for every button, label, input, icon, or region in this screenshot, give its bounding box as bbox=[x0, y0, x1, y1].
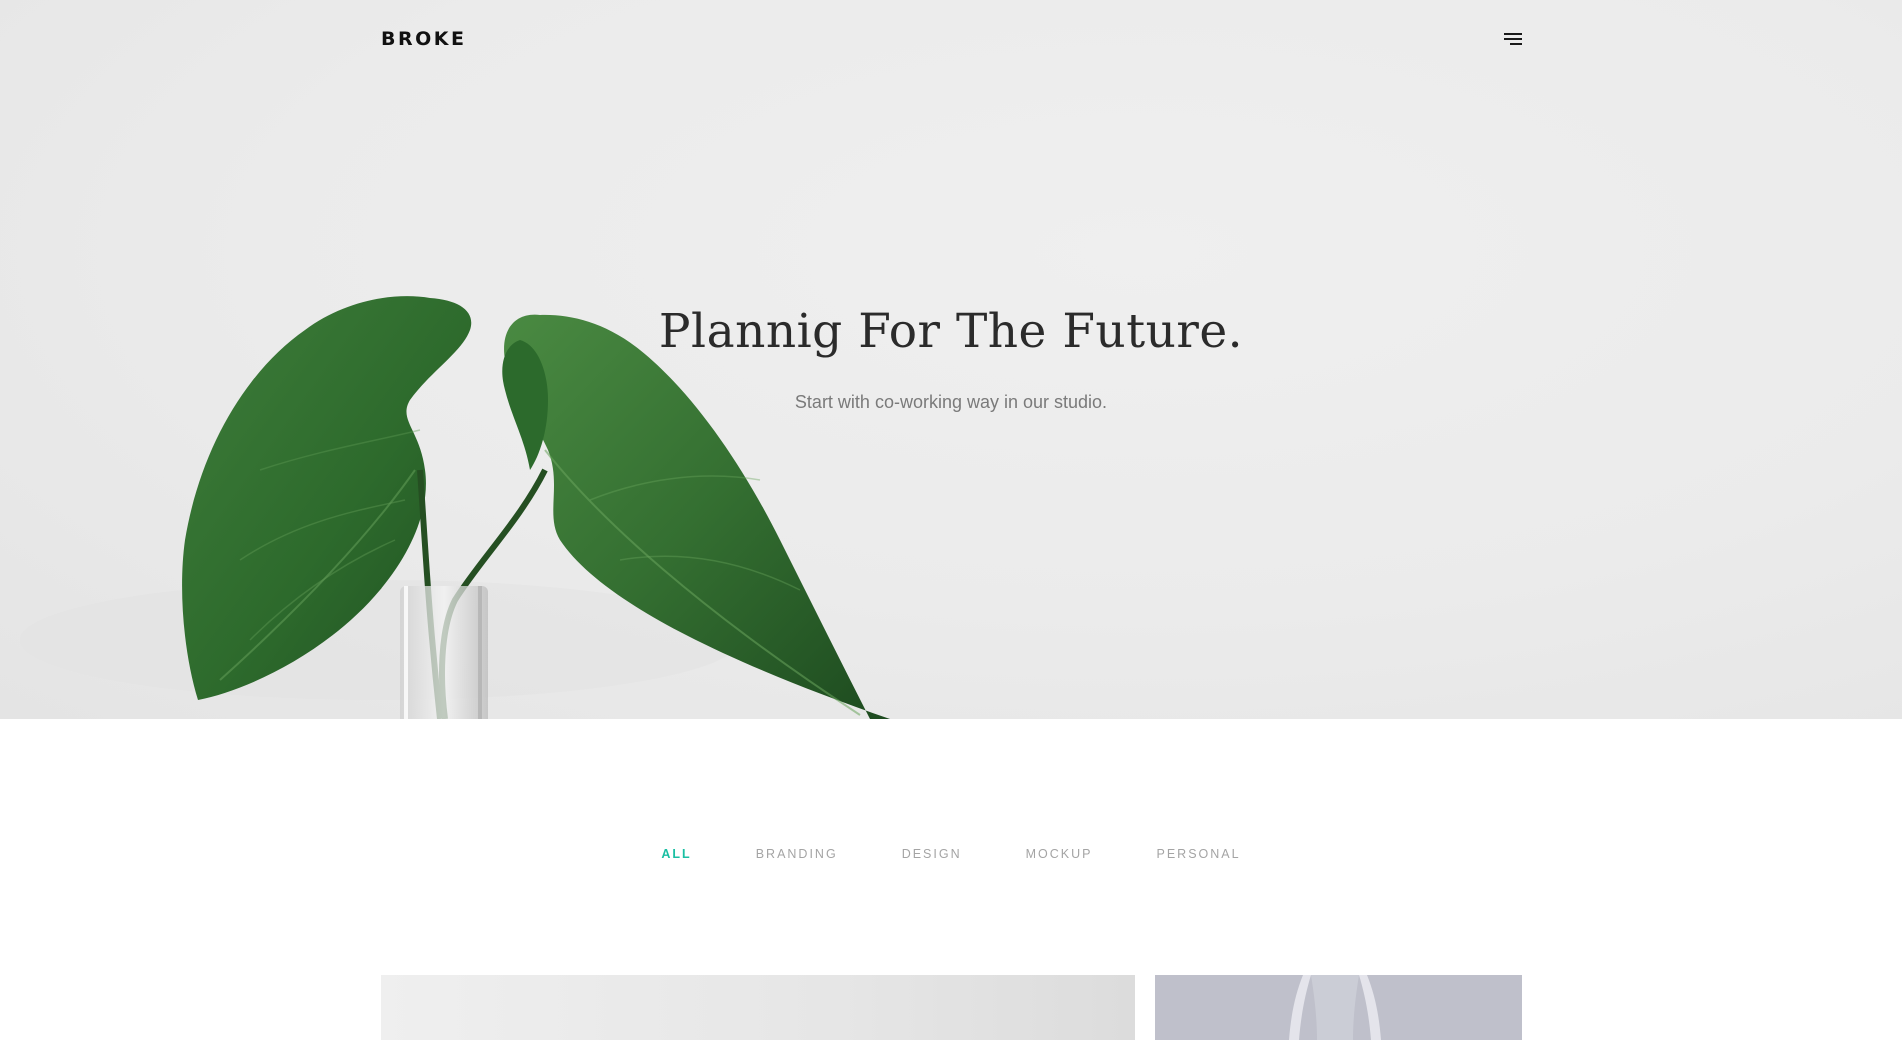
filter-design[interactable]: DESIGN bbox=[902, 845, 962, 863]
hero-title: Plannig For The Future. bbox=[658, 304, 1244, 359]
filter-all[interactable]: ALL bbox=[661, 845, 691, 863]
filter-personal[interactable]: PERSONAL bbox=[1157, 845, 1241, 863]
site-logo[interactable]: BROKE bbox=[381, 27, 466, 51]
glass-vase-image bbox=[1289, 975, 1381, 1040]
menu-line bbox=[1504, 38, 1522, 40]
hero-subtitle: Start with co-working way in our studio. bbox=[794, 392, 1108, 412]
hamburger-menu-icon[interactable] bbox=[1500, 28, 1522, 48]
portfolio-filter-bar: ALL BRANDING DESIGN MOCKUP PERSONAL bbox=[0, 845, 1902, 863]
menu-line bbox=[1504, 33, 1522, 35]
filter-mockup[interactable]: MOCKUP bbox=[1026, 845, 1093, 863]
site-header: BROKE bbox=[381, 24, 1522, 54]
portfolio-item-thumbnail[interactable] bbox=[1155, 975, 1522, 1040]
portfolio-item-thumbnail[interactable] bbox=[381, 975, 1135, 1040]
filter-branding[interactable]: BRANDING bbox=[756, 845, 838, 863]
hero-section: BROKE Plannig For The Future. Start with… bbox=[0, 0, 1902, 719]
menu-line bbox=[1510, 43, 1522, 45]
